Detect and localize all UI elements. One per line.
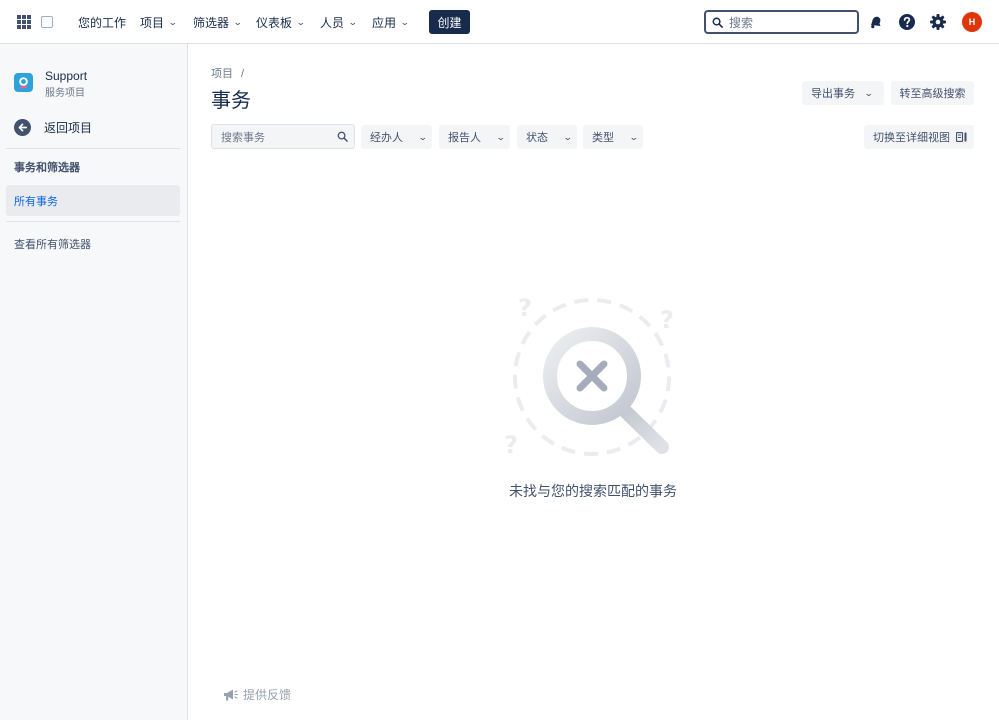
chevron-down-icon: ⌄ <box>629 131 640 142</box>
notifications-icon[interactable] <box>866 12 886 32</box>
sidebar-divider <box>6 148 180 149</box>
settings-gear-icon[interactable] <box>928 12 948 32</box>
project-avatar-icon <box>14 73 33 92</box>
nav-projects[interactable]: 项目 ⌄ <box>137 0 178 44</box>
chevron-down-icon: ⌄ <box>295 16 306 27</box>
create-button[interactable]: 创建 <box>429 10 470 34</box>
breadcrumb-separator: / <box>241 68 245 80</box>
chevron-down-icon: ⌄ <box>496 131 507 142</box>
chevron-down-icon: ⌄ <box>232 16 243 27</box>
filter-assignee[interactable]: 经办人 ⌄ <box>361 125 432 149</box>
chevron-down-icon: ⌄ <box>399 16 410 27</box>
nav-filters[interactable]: 筛选器 ⌄ <box>193 0 243 44</box>
nav-dashboards[interactable]: 仪表板 ⌄ <box>256 0 306 44</box>
back-to-project-label: 返回项目 <box>44 121 93 135</box>
issue-search-placeholder: 搜索事务 <box>221 131 265 144</box>
page-title: 事务 <box>211 90 251 112</box>
svg-text:?: ? <box>660 306 674 334</box>
chevron-down-icon: ⌄ <box>863 87 874 98</box>
top-navigation: 您的工作 项目 ⌄ 筛选器 ⌄ 仪表板 ⌄ 人员 ⌄ 应用 ⌄ 创建 搜索 H <box>0 0 999 44</box>
advanced-search-button[interactable]: 转至高级搜索 <box>891 81 974 105</box>
issue-search-input[interactable]: 搜索事务 <box>211 124 355 149</box>
nav-people[interactable]: 人员 ⌄ <box>320 0 358 44</box>
search-icon <box>712 17 723 28</box>
sidebar-section-heading: 事务和筛选器 <box>14 162 80 174</box>
global-search-input[interactable]: 搜索 <box>704 10 859 34</box>
arrow-left-icon <box>14 119 31 136</box>
help-icon[interactable] <box>897 12 917 32</box>
nav-your-work[interactable]: 您的工作 <box>78 0 126 44</box>
app-switcher-icon[interactable] <box>17 15 31 29</box>
svg-text:?: ? <box>504 431 518 459</box>
chevron-down-icon: ⌄ <box>418 131 429 142</box>
empty-state-message: 未找与您的搜索匹配的事务 <box>509 483 677 499</box>
detail-view-toggle-button[interactable]: 切换至详细视图 <box>864 125 974 149</box>
chevron-down-icon: ⌄ <box>563 131 574 142</box>
no-results-magnifier-icon: ? ? ? <box>504 294 674 459</box>
nav-apps[interactable]: 应用 ⌄ <box>372 0 410 44</box>
breadcrumb: 项目 / <box>211 65 244 81</box>
chevron-down-icon: ⌄ <box>347 16 358 27</box>
give-feedback-link[interactable]: 提供反馈 <box>222 686 291 703</box>
sidebar-item-label: 所有事务 <box>14 195 58 208</box>
project-name[interactable]: Support <box>45 69 87 83</box>
search-placeholder: 搜索 <box>729 15 754 30</box>
back-to-project-link[interactable]: 返回项目 <box>14 119 92 136</box>
filter-reporter[interactable]: 报告人 ⌄ <box>439 125 510 149</box>
sidebar: Support 服务项目 返回项目 事务和筛选器 所有事务 查看所有筛选器 <box>0 44 188 720</box>
sidebar-divider <box>6 221 180 222</box>
filter-status[interactable]: 状态 ⌄ <box>517 125 577 149</box>
sidebar-item-view-all-filters[interactable]: 查看所有筛选器 <box>14 236 91 252</box>
detail-view-icon <box>956 132 967 142</box>
project-type: 服务项目 <box>45 88 85 99</box>
site-logo[interactable] <box>41 16 53 28</box>
chevron-down-icon: ⌄ <box>167 16 178 27</box>
megaphone-icon <box>224 689 238 700</box>
breadcrumb-projects-link[interactable]: 项目 <box>211 68 233 80</box>
export-issues-button[interactable]: 导出事务 ⌄ <box>802 81 884 105</box>
feedback-label: 提供反馈 <box>243 688 292 702</box>
search-icon <box>337 131 348 142</box>
user-avatar[interactable]: H <box>962 12 982 32</box>
sidebar-item-all-issues[interactable]: 所有事务 <box>6 185 180 216</box>
svg-text:?: ? <box>518 294 532 322</box>
filter-type[interactable]: 类型 ⌄ <box>583 125 643 149</box>
